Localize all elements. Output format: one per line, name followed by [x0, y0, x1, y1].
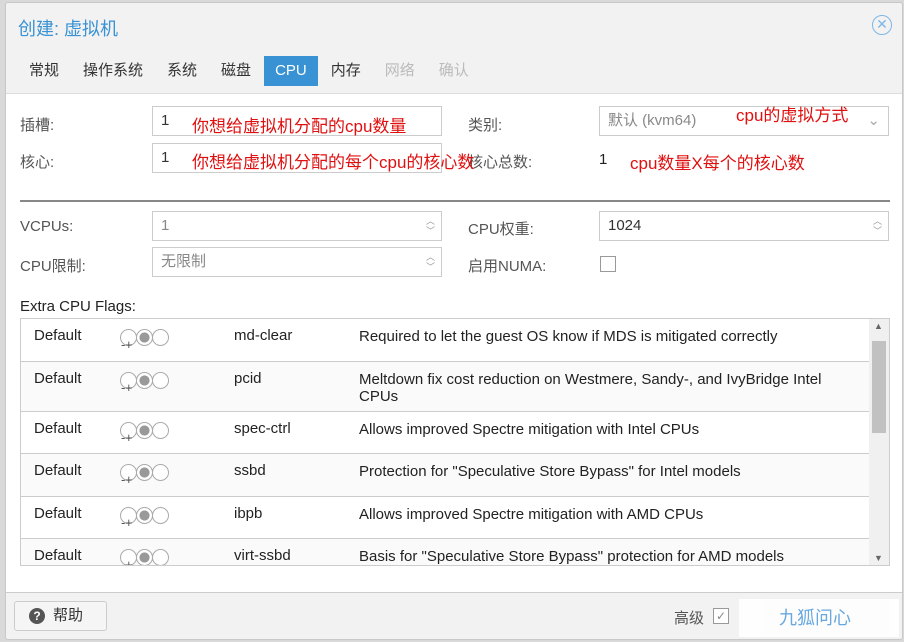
flag-name: ibpb [234, 505, 263, 522]
advanced-label: 高级 [674, 610, 705, 627]
radio-default[interactable] [136, 372, 153, 389]
radio-default[interactable] [136, 507, 153, 524]
flag-row: Default - + ssbd Protection for "Speculat… [21, 454, 869, 497]
close-icon[interactable]: ✕ [872, 15, 892, 35]
scrollbar-thumb[interactable] [872, 341, 886, 433]
help-icon: ? [29, 608, 45, 624]
flag-name: md-clear [234, 327, 293, 344]
total-cores-label: 核心总数: [468, 154, 533, 171]
flag-state: Default [34, 370, 82, 387]
annotation-cores: 你想给虚拟机分配的每个cpu的核心数 [192, 153, 475, 172]
flag-row: Default - + pcid Meltdown fix cost reduct… [21, 362, 869, 412]
total-cores-value: 1 [599, 151, 608, 168]
flag-toggle[interactable]: - + [120, 422, 169, 445]
create-vm-dialog: 创建: 虚拟机 ✕ 常规 操作系统 系统 磁盘 CPU 内存 网络 确认 插槽:… [5, 2, 903, 640]
cpu-limit-value: 无限制 [161, 253, 207, 270]
tab-cpu[interactable]: CPU [264, 56, 318, 86]
tab-network: 网络 [384, 62, 415, 79]
annotation-total: cpu数量X每个的核心数 [630, 154, 805, 173]
tab-disk[interactable]: 磁盘 [210, 56, 262, 86]
advanced-checkbox[interactable]: ✓ [713, 608, 729, 624]
flag-description: Allows improved Spectre mitigation with … [359, 421, 700, 438]
spinner-icon[interactable]: ︿ ﹀ [873, 216, 882, 236]
annotation-sockets: 你想给虚拟机分配的cpu数量 [192, 117, 407, 136]
flag-description: Meltdown fix cost reduction on Westmere,… [359, 371, 822, 405]
flag-row: Default - + ibpb Allows improved Spectre … [21, 497, 869, 539]
flag-description: Basis for "Speculative Store Bypass" pro… [359, 548, 785, 565]
tab-memory[interactable]: 内存 [320, 56, 372, 86]
type-value: 默认 (kvm64) [608, 112, 697, 129]
flag-row: Default - + md-clear Required to let the … [21, 319, 869, 362]
scrollbar[interactable]: ▲ ▼ [869, 319, 889, 565]
tab-system[interactable]: 系统 [156, 56, 208, 86]
flag-toggle[interactable]: - + [120, 464, 169, 487]
divider [20, 200, 890, 202]
extra-flags-label: Extra CPU Flags: [20, 298, 136, 315]
flag-toggle[interactable]: - + [120, 372, 169, 395]
flag-state: Default [34, 462, 82, 479]
radio-on[interactable] [152, 372, 169, 389]
spinner-icon[interactable]: ︿ ﹀ [426, 252, 435, 272]
chevron-down-icon: ⌄ [867, 112, 880, 129]
flag-name: ssbd [234, 462, 266, 479]
flag-toggle[interactable]: - + [120, 329, 169, 352]
tab-os[interactable]: 操作系统 [72, 56, 154, 86]
help-button[interactable]: ? 帮助 [14, 601, 107, 631]
tab-bar: 常规 操作系统 系统 磁盘 CPU 内存 网络 确认 [18, 56, 482, 86]
cpu-panel: 插槽: 1 核心: 1 类别: 默认 (kvm64) ⌄ 核心总数: 1 你想给虚… [6, 93, 902, 593]
cpu-limit-input[interactable]: 无限制 ︿ ﹀ [152, 247, 442, 277]
radio-on[interactable] [152, 507, 169, 524]
watermark-logo: 九狐问心 [739, 599, 899, 637]
flag-toggle[interactable]: - + [120, 549, 169, 565]
vcpus-value: 1 [161, 217, 170, 234]
help-label: 帮助 [53, 607, 84, 624]
radio-on[interactable] [152, 422, 169, 439]
flag-name: spec-ctrl [234, 420, 291, 437]
flag-name: virt-ssbd [234, 547, 291, 564]
flag-state: Default [34, 547, 82, 564]
type-label: 类别: [468, 117, 503, 134]
dialog-title: 创建: 虚拟机 [18, 19, 119, 39]
radio-default[interactable] [136, 549, 153, 565]
flag-state: Default [34, 505, 82, 522]
numa-checkbox[interactable] [600, 256, 616, 272]
vcpus-label: VCPUs: [20, 218, 74, 235]
cpu-flags-grid: Default - + md-clear Required to let the … [20, 318, 890, 566]
radio-on[interactable] [152, 549, 169, 565]
flag-state: Default [34, 420, 82, 437]
flag-row: Default - + virt-ssbd Basis for "Speculat… [21, 539, 869, 565]
flag-row: Default - + spec-ctrl Allows improved Spe… [21, 412, 869, 454]
cpu-weight-value: 1024 [608, 217, 642, 234]
cpu-weight-label: CPU权重: [468, 221, 534, 238]
cpu-limit-label: CPU限制: [20, 258, 86, 275]
sockets-label: 插槽: [20, 117, 55, 134]
sockets-value: 1 [161, 112, 170, 129]
numa-label: 启用NUMA: [468, 258, 547, 275]
vcpus-input[interactable]: 1 ︿ ﹀ [152, 211, 442, 241]
flag-state: Default [34, 327, 82, 344]
cpu-weight-input[interactable]: 1024 ︿ ﹀ [599, 211, 889, 241]
tab-confirm: 确认 [438, 62, 469, 79]
radio-default[interactable] [136, 464, 153, 481]
radio-default[interactable] [136, 422, 153, 439]
radio-default[interactable] [136, 329, 153, 346]
annotation-type: cpu的虚拟方式 [736, 106, 849, 125]
radio-on[interactable] [152, 464, 169, 481]
flag-toggle[interactable]: - + [120, 507, 169, 530]
tab-general[interactable]: 常规 [18, 56, 70, 86]
cores-value: 1 [161, 149, 170, 166]
radio-on[interactable] [152, 329, 169, 346]
flag-description: Protection for "Speculative Store Bypass… [359, 463, 741, 480]
flag-description: Required to let the guest OS know if MDS… [359, 328, 778, 345]
flag-name: pcid [234, 370, 262, 387]
spinner-icon[interactable]: ︿ ﹀ [426, 216, 435, 236]
cores-label: 核心: [20, 154, 55, 171]
flag-description: Allows improved Spectre mitigation with … [359, 506, 704, 523]
